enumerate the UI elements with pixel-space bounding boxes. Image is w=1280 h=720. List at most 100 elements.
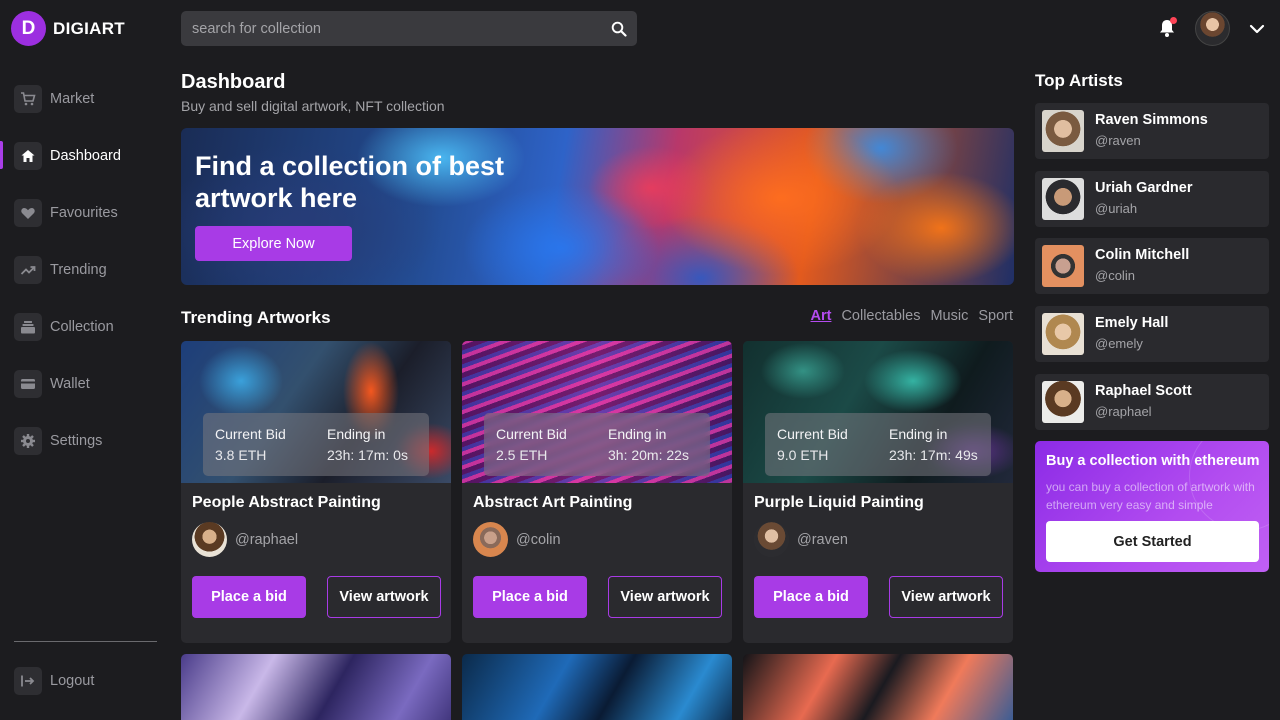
ending-label: Ending in [608,426,667,442]
hero-banner: Find a collection of best artwork here E… [181,128,1014,285]
ending-value: 23h: 17m: 0s [327,447,408,463]
sidebar-item-label: Dashboard [50,147,121,164]
sidebar-item-label: Market [50,90,95,107]
sidebar-item-market[interactable]: Market [0,70,170,127]
view-artwork-button[interactable]: View artwork [889,576,1003,618]
ending-label: Ending in [889,426,948,442]
artist-name: Emely Hall [1095,315,1169,331]
search-bar [181,11,637,46]
artist-name: Raphael Scott [1095,383,1192,399]
sidebar-item-settings[interactable]: Settings [0,412,170,469]
sidebar-item-favourites[interactable]: Favourites [0,184,170,241]
artist-card[interactable]: Raphael Scott @raphael [1035,374,1269,430]
owner-handle[interactable]: @raven [797,532,848,548]
search-input[interactable] [181,11,601,46]
bid-label: Current Bid [777,426,848,442]
notification-dot [1170,17,1177,24]
artwork-card: Current Bid Ending in 9.0 ETH 23h: 17m: … [743,341,1013,643]
sidebar-item-label: Favourites [50,204,118,221]
artist-card[interactable]: Raven Simmons @raven [1035,103,1269,159]
owner-handle[interactable]: @colin [516,532,561,548]
search-icon[interactable] [601,11,637,46]
ethereum-promo-card: Buy a collection with ethereum you can b… [1035,441,1269,572]
ending-label: Ending in [327,426,386,442]
artist-avatar [1042,313,1084,355]
artist-handle: @emely [1095,336,1143,351]
sidebar: Market Dashboard Favourites Trending Col… [0,70,170,469]
place-bid-button[interactable]: Place a bid [192,576,306,618]
trending-title: Trending Artworks [181,308,331,327]
bid-info: Current Bid Ending in 3.8 ETH 23h: 17m: … [203,413,429,476]
artwork-card: Current Bid Ending in 2.5 ETH 3h: 20m: 2… [462,341,732,643]
artist-handle: @colin [1095,268,1135,283]
artwork-image[interactable] [743,654,1013,720]
collection-icon [14,312,42,341]
brand-logo[interactable]: D DIGIART [11,11,125,46]
place-bid-button[interactable]: Place a bid [473,576,587,618]
sidebar-item-label: Collection [50,318,114,335]
filter-collectables[interactable]: Collectables [841,308,920,324]
sidebar-item-label: Trending [50,261,107,278]
bid-info: Current Bid Ending in 2.5 ETH 3h: 20m: 2… [484,413,710,476]
sidebar-item-dashboard[interactable]: Dashboard [0,127,170,184]
promo-title: Buy a collection with ethereum [1046,453,1260,469]
artist-avatar [1042,178,1084,220]
artist-avatar [1042,381,1084,423]
bell-icon[interactable] [1156,17,1178,39]
explore-now-button[interactable]: Explore Now [195,226,352,261]
profile-avatar[interactable] [1195,11,1230,46]
ending-value: 3h: 20m: 22s [608,447,689,463]
artwork-image[interactable] [462,654,732,720]
artist-name: Raven Simmons [1095,112,1208,128]
bid-value: 9.0 ETH [777,447,829,463]
owner-avatar[interactable] [473,522,508,557]
artist-card[interactable]: Uriah Gardner @uriah [1035,171,1269,227]
filter-art[interactable]: Art [811,308,832,324]
filter-music[interactable]: Music [930,308,968,324]
category-filters: Art Collectables Music Sport [810,308,1014,324]
trending-icon [14,255,42,284]
heart-icon [14,198,42,227]
owner-handle[interactable]: @raphael [235,532,298,548]
artwork-title: Abstract Art Painting [473,494,633,511]
bid-value: 3.8 ETH [215,447,267,463]
artist-name: Colin Mitchell [1095,247,1190,263]
top-artists-title: Top Artists [1035,71,1123,90]
page-title: Dashboard [181,71,286,93]
chevron-down-icon[interactable] [1248,20,1266,38]
artist-avatar [1042,245,1084,287]
filter-sport[interactable]: Sport [978,308,1013,324]
gear-icon [14,426,42,455]
artist-card[interactable]: Emely Hall @emely [1035,306,1269,362]
wallet-icon [14,369,42,398]
sidebar-item-trending[interactable]: Trending [0,241,170,298]
logout-icon [14,666,42,695]
banner-title: Find a collection of best artwork here [195,151,505,213]
artist-handle: @raphael [1095,404,1152,419]
artwork-card: Current Bid Ending in 3.8 ETH 23h: 17m: … [181,341,451,643]
owner-avatar[interactable] [754,522,789,557]
artist-card[interactable]: Colin Mitchell @colin [1035,238,1269,294]
artwork-title: Purple Liquid Painting [754,494,924,511]
ending-value: 23h: 17m: 49s [889,447,978,463]
promo-text: you can buy a collection of artwork with… [1046,480,1255,512]
bid-label: Current Bid [496,426,567,442]
logout-button[interactable]: Logout [0,652,94,709]
bid-info: Current Bid Ending in 9.0 ETH 23h: 17m: … [765,413,991,476]
artist-avatar [1042,110,1084,152]
view-artwork-button[interactable]: View artwork [327,576,441,618]
brand-name: DIGIART [53,18,125,38]
get-started-button[interactable]: Get Started [1046,521,1259,562]
sidebar-item-wallet[interactable]: Wallet [0,355,170,412]
logo-mark: D [11,11,46,46]
artist-handle: @raven [1095,133,1141,148]
bid-label: Current Bid [215,426,286,442]
sidebar-item-collection[interactable]: Collection [0,298,170,355]
view-artwork-button[interactable]: View artwork [608,576,722,618]
artwork-image[interactable] [181,654,451,720]
owner-avatar[interactable] [192,522,227,557]
sidebar-divider [14,641,157,642]
place-bid-button[interactable]: Place a bid [754,576,868,618]
bid-value: 2.5 ETH [496,447,548,463]
artwork-title: People Abstract Painting [192,494,381,511]
